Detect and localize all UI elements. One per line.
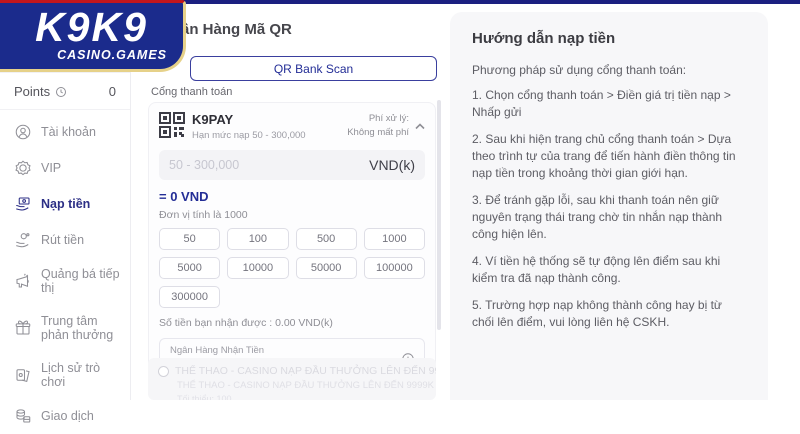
sidebar-item-label: Lịch sử trò chơi [41, 360, 101, 389]
denomination-button[interactable]: 50 [159, 228, 221, 250]
brand-logo[interactable]: K9K9 CASINO.GAMES [0, 0, 186, 72]
denomination-button[interactable]: 10000 [227, 257, 289, 279]
withdraw-money-icon [14, 231, 32, 249]
promo-subtitle: THỂ THAO - CASINO NẠP ĐẦU THƯỞNG LÊN ĐẾN… [177, 380, 434, 391]
provider-limit: Hạn mức nạp 50 - 300,000 [192, 130, 306, 141]
denomination-button[interactable]: 100000 [363, 257, 425, 279]
currency-suffix: VND(k) [369, 157, 415, 173]
sidebar-item-transactions[interactable]: Giao dịch [0, 398, 130, 434]
sidebar-item-game-history[interactable]: Lịch sử trò chơi [0, 352, 130, 399]
fee-label: Phí xử lý: [368, 113, 409, 124]
chevron-up-icon[interactable] [415, 123, 425, 130]
sidebar-item-label: Giao dịch [41, 409, 94, 424]
sidebar-item-label: Quảng bá tiếp thị [41, 267, 120, 296]
guide-step: 2. Sau khi hiện trang chủ cổng thanh toá… [472, 132, 736, 181]
denomination-button[interactable]: 500 [295, 228, 357, 250]
radio-icon[interactable] [158, 365, 169, 377]
sidebar-item-vip[interactable]: VIP [0, 150, 130, 186]
guide-intro: Phương pháp sử dụng cổng thanh toán: [472, 63, 687, 77]
brand-logo-subtitle: CASINO.GAMES [57, 48, 167, 62]
qr-bank-scan-button[interactable]: QR Bank Scan [190, 56, 437, 81]
guide-step: 3. Để tránh gặp lỗi, sau khi thanh toán … [472, 193, 723, 242]
points-row[interactable]: Points 0 [0, 72, 130, 110]
sidebar-item-label: Trung tâm phản thưởng [41, 313, 114, 343]
payment-gateway-label: Cổng thanh toán [151, 86, 233, 98]
promo-title: THỂ THAO - CASINO NẠP ĐẦU THƯỞNG LÊN ĐẾN… [175, 365, 436, 377]
gift-icon [14, 319, 32, 337]
qr-code-icon [159, 112, 185, 141]
sidebar-item-withdraw[interactable]: Rút tiền [0, 222, 130, 258]
denomination-button[interactable]: 5000 [159, 257, 221, 279]
sidebar: Points 0 Tài khoản VIP Nạp tiền Rút tiền… [0, 72, 131, 423]
amount-input-box: VND(k) [159, 150, 425, 180]
brand-logo-title: K9K9 [35, 4, 148, 50]
money-stack-icon [14, 407, 32, 425]
provider-header[interactable]: K9PAY Hạn mức nạp 50 - 300,000 Phí xử lý… [149, 103, 435, 148]
bank-label: Ngân Hàng Nhận Tiền [170, 345, 265, 356]
sidebar-item-promotion[interactable]: Quảng bá tiếp thị [0, 258, 130, 305]
fee-value: Không mất phí [347, 127, 409, 139]
sidebar-menu: Tài khoản VIP Nạp tiền Rút tiền Quảng bá… [0, 110, 130, 434]
sidebar-item-label: Nạp tiền [41, 196, 91, 211]
deposit-money-icon [14, 195, 32, 213]
denomination-button[interactable]: 50000 [295, 257, 357, 279]
denomination-button[interactable]: 1000 [363, 228, 425, 250]
sidebar-item-label: Tài khoản [41, 124, 96, 139]
sidebar-item-label: Rút tiền [41, 232, 85, 247]
converted-amount: = 0 VND [159, 189, 209, 204]
receive-amount-note: Số tiền bạn nhận được : 0.00 VND(k) [159, 317, 333, 329]
points-value: 0 [108, 84, 116, 99]
user-icon [14, 123, 32, 141]
vip-badge-icon [14, 159, 32, 177]
guide-step: 5. Trường hợp nạp không thành công hay b… [472, 298, 722, 330]
points-label: Points [14, 84, 51, 99]
sidebar-item-account[interactable]: Tài khoản [0, 114, 130, 150]
sidebar-item-rewards[interactable]: Trung tâm phản thưởng [0, 305, 130, 352]
unit-note: Đơn vị tính là 1000 [159, 209, 248, 221]
amount-input[interactable] [169, 158, 370, 172]
denomination-grid: 50 100 500 1000 5000 10000 50000 100000 … [159, 228, 425, 308]
denomination-button[interactable]: 100 [227, 228, 289, 250]
cards-icon [14, 366, 32, 384]
sidebar-item-label: VIP [41, 160, 62, 175]
guide-step: 4. Ví tiền hệ thống sẽ tự động lên điểm … [472, 254, 721, 286]
sidebar-item-deposit[interactable]: Nạp tiền [0, 186, 130, 222]
denomination-button[interactable]: 300000 [159, 286, 221, 308]
provider-name: K9PAY [192, 112, 234, 127]
scrollbar[interactable] [437, 100, 441, 330]
guide-title: Hướng dẫn nạp tiền [472, 30, 616, 47]
deposit-guide-panel: Hướng dẫn nạp tiền Phương pháp sử dụng c… [450, 12, 768, 400]
clock-icon [55, 86, 67, 98]
megaphone-icon [14, 272, 32, 290]
payment-provider-card: K9PAY Hạn mức nạp 50 - 300,000 Phí xử lý… [148, 102, 436, 392]
guide-step: 1. Chọn cổng thanh toán > Điền giá trị t… [472, 88, 731, 120]
promo-minimum: Tối thiểu: 100 [177, 394, 232, 400]
promo-option[interactable]: THỂ THAO - CASINO NẠP ĐẦU THƯỞNG LÊN ĐẾN… [148, 358, 436, 400]
